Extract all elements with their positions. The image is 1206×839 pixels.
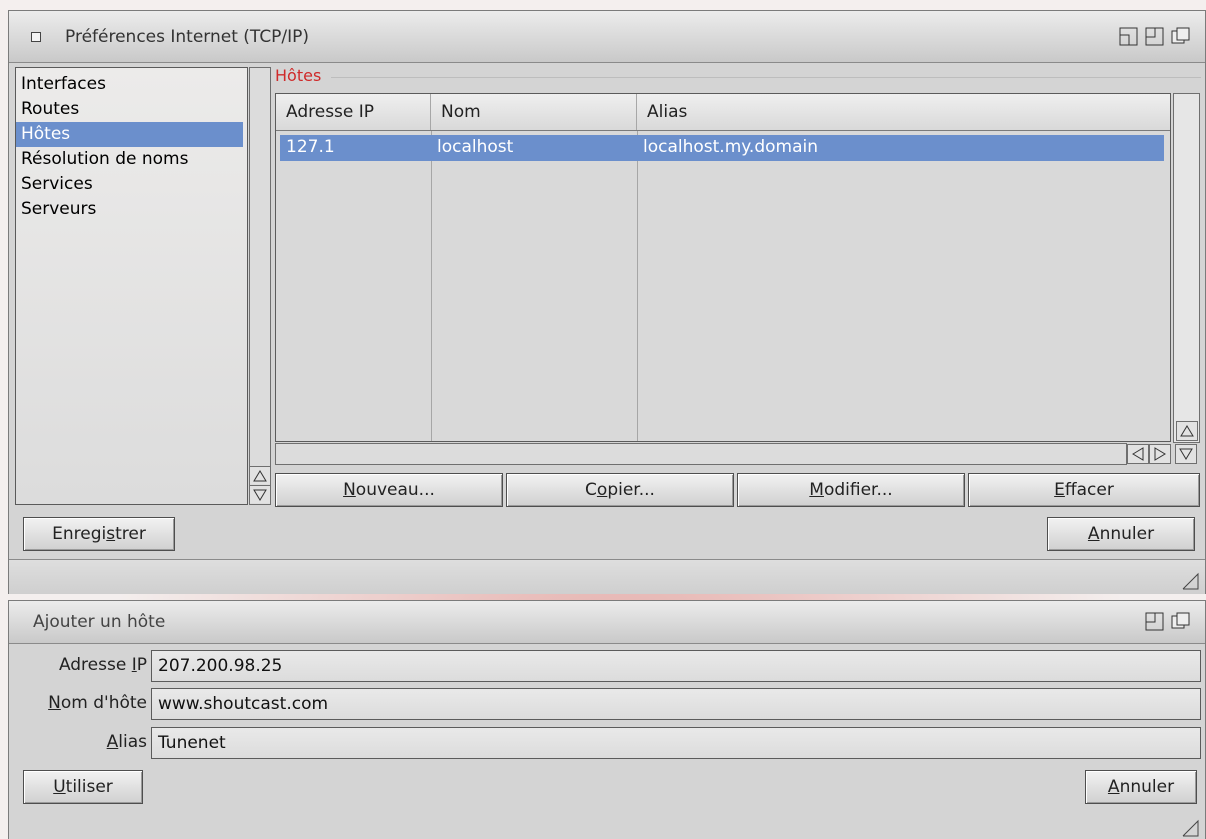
depth-icon[interactable]	[1171, 27, 1191, 47]
depth-icon[interactable]	[1171, 612, 1191, 632]
alias-input[interactable]: Tunenet	[151, 727, 1201, 759]
hostname-input[interactable]: www.shoutcast.com	[151, 688, 1201, 720]
table-vertical-scrollbar[interactable]	[1173, 93, 1200, 443]
scroll-up-arrow-icon[interactable]	[250, 466, 270, 484]
ip-address-input[interactable]: 207.200.98.25	[151, 650, 1201, 682]
category-list-scrollbar[interactable]	[249, 67, 271, 505]
close-window-icon[interactable]	[31, 31, 41, 42]
hosts-group-label: Hôtes	[275, 66, 322, 85]
cell-ip: 127.1	[286, 137, 335, 157]
resize-handle-icon[interactable]	[1181, 572, 1199, 590]
window-title: Ajouter un hôte	[33, 612, 166, 632]
cell-name: localhost	[437, 137, 514, 157]
copy-host-button[interactable]: Copier...	[506, 473, 734, 507]
iconify-icon[interactable]	[1119, 27, 1139, 47]
ip-address-label: Adresse IP	[58, 655, 147, 675]
column-header-ip[interactable]: Adresse IP	[276, 94, 431, 130]
cancel-add-host-button[interactable]: Annuler	[1085, 770, 1197, 804]
zoom-icon[interactable]	[1145, 27, 1165, 47]
modify-host-button[interactable]: Modifier...	[737, 473, 965, 507]
window-title: Préférences Internet (TCP/IP)	[65, 26, 310, 47]
scroll-right-arrow-icon[interactable]	[1149, 444, 1171, 464]
zoom-icon[interactable]	[1145, 612, 1165, 632]
ip-address-row: Adresse IP 207.200.98.25	[9, 650, 1205, 682]
delete-host-button[interactable]: Effacer	[968, 473, 1200, 507]
sidebar-item-hosts[interactable]: Hôtes	[16, 122, 243, 147]
column-divider	[637, 131, 638, 441]
tcpip-preferences-window: Préférences Internet (TCP/IP) Interfaces…	[8, 10, 1206, 594]
new-host-button[interactable]: Nouveau...	[275, 473, 503, 507]
scroll-down-arrow-icon[interactable]	[1175, 444, 1197, 464]
add-host-window: Ajouter un hôte Adresse IP 207.200.98.25…	[8, 600, 1206, 839]
sidebar-item-name-resolution[interactable]: Résolution de noms	[16, 147, 247, 172]
table-header: Adresse IP Nom Alias	[276, 94, 1170, 131]
scroll-up-arrow-icon[interactable]	[1176, 421, 1198, 441]
cancel-button[interactable]: Annuler	[1047, 517, 1195, 551]
column-header-alias[interactable]: Alias	[637, 94, 1170, 130]
sidebar-item-interfaces[interactable]: Interfaces	[16, 72, 247, 97]
window-footer	[9, 559, 1205, 594]
hosts-table: Adresse IP Nom Alias 127.1 localhost loc…	[275, 93, 1171, 442]
table-row[interactable]: 127.1 localhost localhost.my.domain	[280, 135, 1164, 161]
hostname-label: Nom d'hôte	[48, 693, 147, 713]
cell-alias: localhost.my.domain	[643, 137, 818, 157]
category-list: Interfaces Routes Hôtes Résolution de no…	[15, 67, 248, 505]
group-divider	[331, 77, 1201, 78]
save-button[interactable]: Enregistrer	[23, 517, 175, 551]
window-titlebar[interactable]: Ajouter un hôte	[9, 601, 1205, 644]
scroll-down-arrow-icon[interactable]	[250, 485, 270, 503]
hostname-row: Nom d'hôte www.shoutcast.com	[9, 688, 1205, 720]
table-horizontal-scrollbar[interactable]	[275, 443, 1127, 465]
table-body: 127.1 localhost localhost.my.domain	[276, 131, 1170, 441]
use-button[interactable]: Utiliser	[23, 770, 143, 804]
window-titlebar[interactable]: Préférences Internet (TCP/IP)	[9, 11, 1205, 63]
column-divider	[431, 131, 432, 441]
resize-handle-icon[interactable]	[1181, 819, 1199, 837]
alias-label: Alias	[106, 732, 147, 752]
column-header-name[interactable]: Nom	[431, 94, 637, 130]
sidebar-item-servers[interactable]: Serveurs	[16, 197, 247, 222]
sidebar-item-services[interactable]: Services	[16, 172, 247, 197]
scroll-left-arrow-icon[interactable]	[1127, 444, 1149, 464]
alias-row: Alias Tunenet	[9, 727, 1205, 759]
sidebar-item-routes[interactable]: Routes	[16, 97, 247, 122]
